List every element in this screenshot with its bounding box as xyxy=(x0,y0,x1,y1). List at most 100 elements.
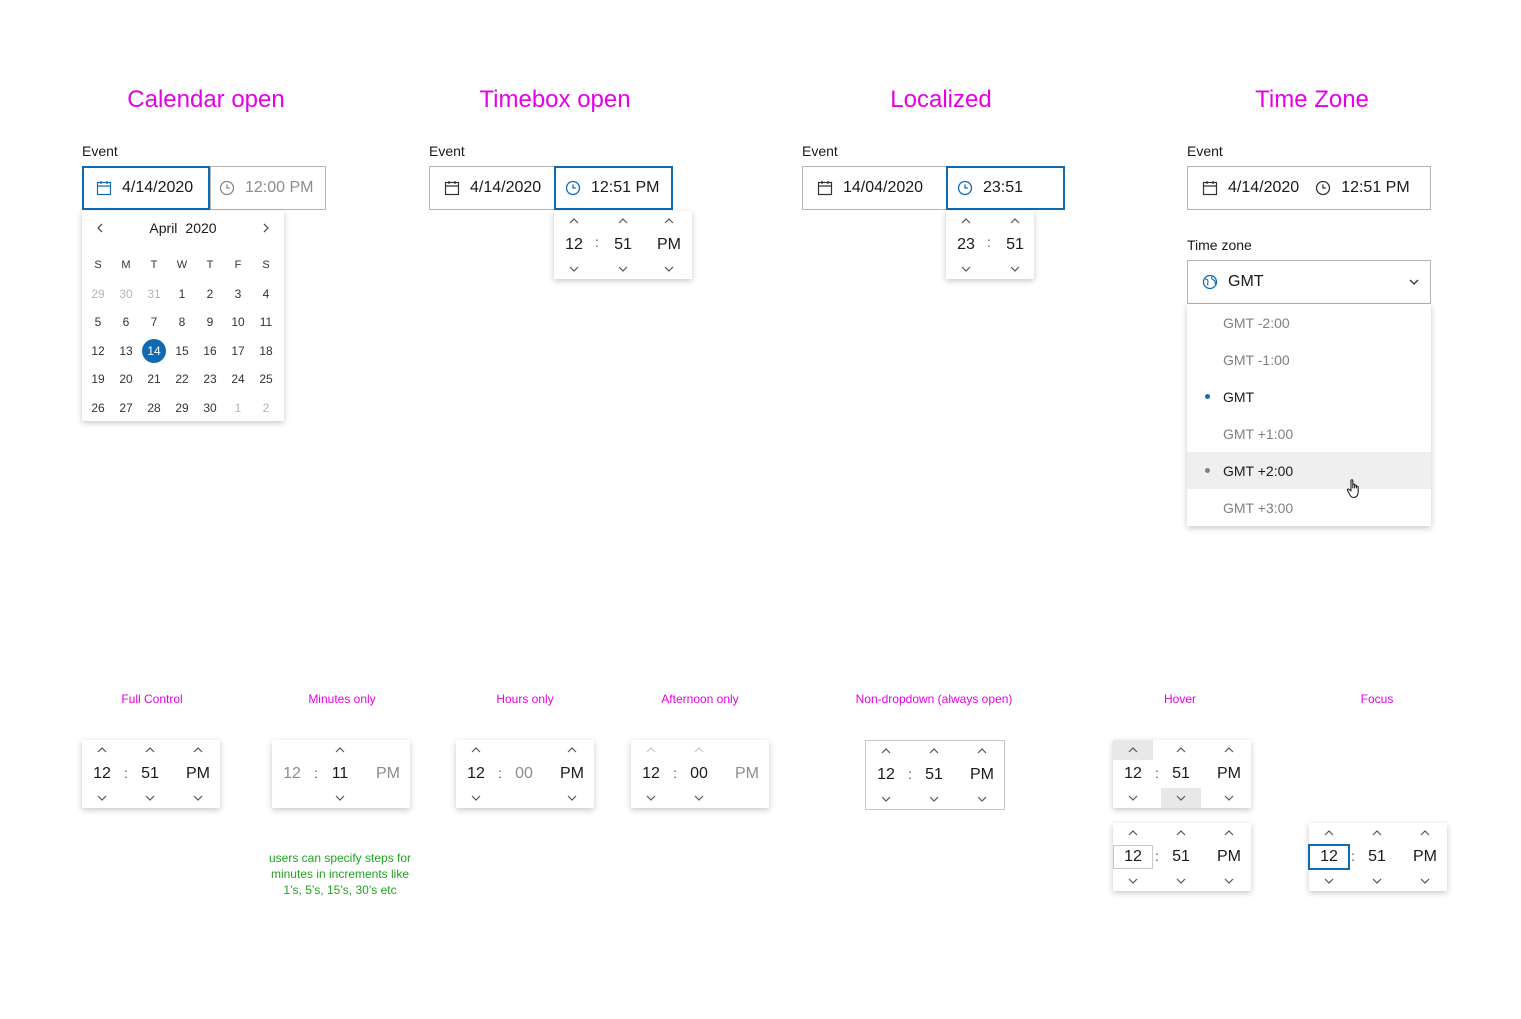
calendar-day[interactable]: 26 xyxy=(84,394,112,423)
period-down-chevron-icon[interactable] xyxy=(1218,871,1240,891)
minute-value[interactable]: 51 xyxy=(1168,847,1194,867)
minute-down-chevron-icon[interactable] xyxy=(923,789,945,809)
period-up-chevron-icon[interactable] xyxy=(658,211,680,231)
calendar-day[interactable]: 12 xyxy=(84,337,112,366)
period-up-chevron-icon[interactable] xyxy=(187,740,209,760)
period-up-chevron-icon[interactable] xyxy=(561,740,583,760)
hour-down-chevron-icon[interactable] xyxy=(1122,871,1144,891)
hour-value[interactable]: 23 xyxy=(953,235,979,255)
calendar-day[interactable]: 10 xyxy=(224,308,252,337)
calendar-day[interactable]: 9 xyxy=(196,308,224,337)
minute-down-chevron-icon[interactable] xyxy=(513,788,535,808)
period-value[interactable]: PM xyxy=(375,764,401,784)
time-zone-option[interactable]: GMT +3:00 xyxy=(1187,489,1431,526)
hour-up-chevron-icon[interactable] xyxy=(465,740,487,760)
minute-up-chevron-icon[interactable] xyxy=(329,740,351,760)
date-field[interactable]: 4/14/2020 xyxy=(82,166,210,210)
calendar-day[interactable]: 31 xyxy=(140,280,168,309)
period-up-chevron-icon[interactable] xyxy=(971,741,993,761)
minute-value[interactable]: 11 xyxy=(327,764,353,784)
date-field[interactable]: 4/14/2020 xyxy=(429,166,555,210)
hour-down-chevron-icon[interactable] xyxy=(91,788,113,808)
calendar-day[interactable]: 11 xyxy=(252,308,280,337)
calendar-day[interactable]: 29 xyxy=(84,280,112,309)
calendar-day[interactable]: 15 xyxy=(168,337,196,366)
calendar-day-selected[interactable]: 14 xyxy=(140,337,168,366)
period-value[interactable]: PM xyxy=(185,764,211,784)
calendar-day[interactable]: 25 xyxy=(252,365,280,394)
chevron-right-icon[interactable] xyxy=(258,220,274,236)
hour-value[interactable]: 12 xyxy=(638,764,664,784)
hour-value[interactable]: 12 xyxy=(561,235,587,255)
hour-value[interactable]: 12 xyxy=(279,764,305,784)
minute-value[interactable]: 51 xyxy=(921,765,947,785)
calendar-day[interactable]: 20 xyxy=(112,365,140,394)
period-up-chevron-icon[interactable] xyxy=(377,740,399,760)
hour-up-chevron-icon[interactable] xyxy=(91,740,113,760)
period-down-chevron-icon[interactable] xyxy=(561,788,583,808)
minute-up-chevron-icon[interactable] xyxy=(1170,740,1192,760)
calendar-day[interactable]: 24 xyxy=(224,365,252,394)
calendar-day[interactable]: 27 xyxy=(112,394,140,423)
minute-up-chevron-icon[interactable] xyxy=(688,740,710,760)
calendar-day[interactable]: 17 xyxy=(224,337,252,366)
calendar-day[interactable]: 30 xyxy=(112,280,140,309)
period-down-chevron-icon[interactable] xyxy=(1218,788,1240,808)
calendar-day[interactable]: 13 xyxy=(112,337,140,366)
period-value[interactable]: PM xyxy=(734,764,760,784)
time-field[interactable]: 12:00 PM xyxy=(210,166,326,210)
hour-up-chevron-icon[interactable] xyxy=(955,211,977,231)
minute-value[interactable]: 51 xyxy=(1002,235,1028,255)
hour-up-chevron-icon[interactable] xyxy=(875,741,897,761)
hour-down-chevron-icon[interactable] xyxy=(563,259,585,279)
hour-up-chevron-icon[interactable] xyxy=(1113,740,1153,760)
period-up-chevron-icon[interactable] xyxy=(736,740,758,760)
minute-value[interactable]: 51 xyxy=(1168,764,1194,784)
time-zone-option[interactable]: GMT -1:00 xyxy=(1187,341,1431,378)
calendar-day[interactable]: 19 xyxy=(84,365,112,394)
minute-up-chevron-icon[interactable] xyxy=(612,211,634,231)
calendar-day[interactable]: 22 xyxy=(168,365,196,394)
hour-down-chevron-icon[interactable] xyxy=(875,789,897,809)
calendar-day[interactable]: 6 xyxy=(112,308,140,337)
minute-up-chevron-icon[interactable] xyxy=(923,741,945,761)
time-field[interactable]: 23:51 xyxy=(946,166,1065,210)
period-down-chevron-icon[interactable] xyxy=(658,259,680,279)
hour-value[interactable]: 12 xyxy=(463,764,489,784)
period-value[interactable]: PM xyxy=(656,235,682,255)
minute-down-chevron-icon[interactable] xyxy=(1161,788,1201,808)
calendar-day[interactable]: 21 xyxy=(140,365,168,394)
hour-down-chevron-icon[interactable] xyxy=(1122,788,1144,808)
period-down-chevron-icon[interactable] xyxy=(736,788,758,808)
minute-value[interactable]: 00 xyxy=(686,764,712,784)
minute-value[interactable]: 51 xyxy=(610,235,636,255)
hour-up-chevron-icon[interactable] xyxy=(640,740,662,760)
period-value[interactable]: PM xyxy=(969,765,995,785)
minute-down-chevron-icon[interactable] xyxy=(688,788,710,808)
calendar-day[interactable]: 29 xyxy=(168,394,196,423)
minute-up-chevron-icon[interactable] xyxy=(1004,211,1026,231)
calendar-day[interactable]: 4 xyxy=(252,280,280,309)
minute-up-chevron-icon[interactable] xyxy=(1366,823,1388,843)
calendar-day[interactable]: 16 xyxy=(196,337,224,366)
minute-down-chevron-icon[interactable] xyxy=(1004,259,1026,279)
hour-down-chevron-icon[interactable] xyxy=(1318,871,1340,891)
period-down-chevron-icon[interactable] xyxy=(971,789,993,809)
calendar-day[interactable]: 18 xyxy=(252,337,280,366)
hour-up-chevron-icon[interactable] xyxy=(1122,823,1144,843)
hour-up-chevron-icon[interactable] xyxy=(563,211,585,231)
chevron-left-icon[interactable] xyxy=(92,220,108,236)
period-value[interactable]: PM xyxy=(559,764,585,784)
period-value[interactable]: PM xyxy=(1216,847,1242,867)
time-zone-option[interactable]: GMT xyxy=(1187,378,1431,415)
hour-up-chevron-icon[interactable] xyxy=(281,740,303,760)
period-up-chevron-icon[interactable] xyxy=(1218,823,1240,843)
time-zone-select[interactable]: GMT xyxy=(1187,260,1431,304)
calendar-day[interactable]: 1 xyxy=(168,280,196,309)
calendar-month[interactable]: April xyxy=(149,220,177,236)
minute-up-chevron-icon[interactable] xyxy=(1170,823,1192,843)
date-field[interactable]: 14/04/2020 xyxy=(802,166,948,210)
calendar-day[interactable]: 28 xyxy=(140,394,168,423)
period-value[interactable]: PM xyxy=(1216,764,1242,784)
minute-value[interactable]: 51 xyxy=(137,764,163,784)
